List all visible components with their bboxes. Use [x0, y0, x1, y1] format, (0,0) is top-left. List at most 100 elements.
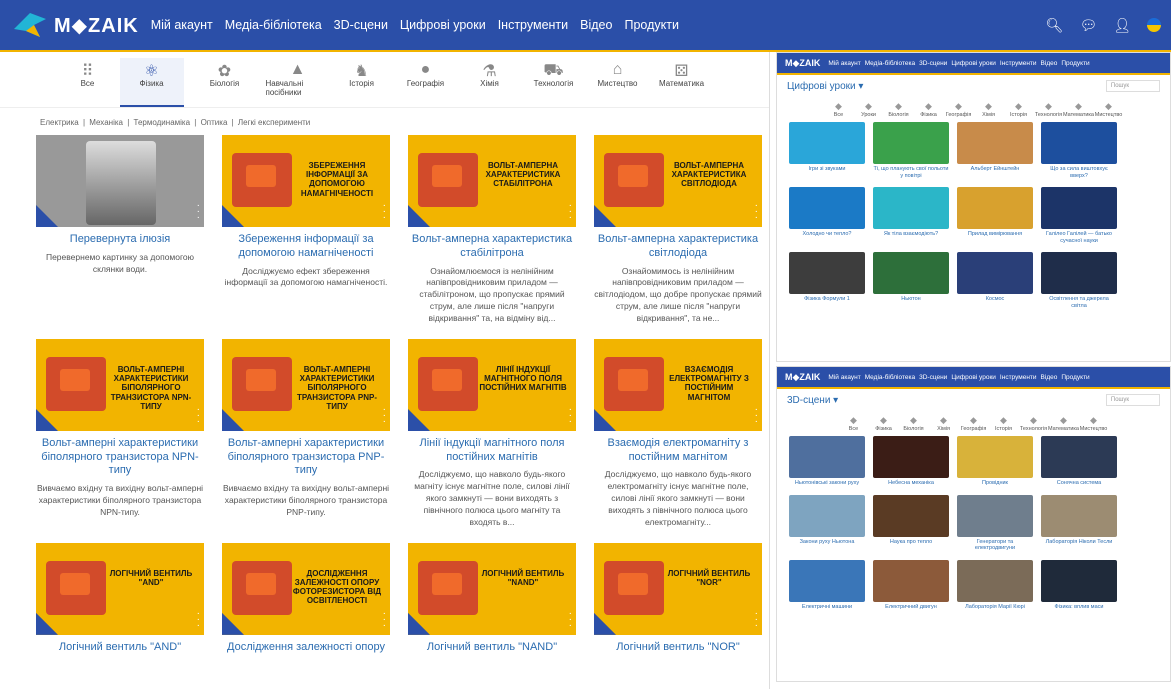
panel-card-title[interactable]: Що за сила виштовхує вверх?	[1041, 166, 1117, 179]
card-thumbnail[interactable]: Дослідження залежності опору фоторезисто…	[222, 542, 390, 635]
media-card[interactable]: Вольт-амперні характеристики біполярного…	[36, 338, 204, 529]
panel-card[interactable]: Космос	[957, 252, 1033, 309]
more-options-icon[interactable]: · · ·	[755, 201, 758, 223]
panel-card-title[interactable]: Галілео Галілей — батько сучасної науки	[1041, 231, 1117, 244]
panel-category[interactable]: ◆ Фізика	[917, 101, 941, 118]
logo[interactable]: M◆ZAIK	[10, 9, 139, 41]
menu-my-account[interactable]: Мій акаунт	[145, 18, 219, 32]
panel-category[interactable]: ◆ Мистецтво	[1080, 415, 1108, 432]
card-thumbnail[interactable]: Логічний вентиль "NAND" · · ·	[408, 542, 576, 635]
menu-tools[interactable]: Інструменти	[492, 18, 574, 32]
card-thumbnail[interactable]: Збереження інформації за допомогою намаг…	[222, 135, 390, 227]
panel-card[interactable]: Сонячна система	[1041, 436, 1117, 487]
panel-card-title[interactable]: Наука про тепло	[890, 539, 932, 546]
panel-card-title[interactable]: Фізика: вплив маси	[1055, 604, 1104, 611]
panel-card-title[interactable]: Фізика Формули 1	[804, 296, 850, 303]
panel-category[interactable]: ◆ Все	[842, 415, 866, 432]
panel-category[interactable]: ◆ Фізика	[872, 415, 896, 432]
card-title[interactable]: Взаємодія електромагніту з постійним маг…	[594, 437, 762, 465]
panel-card-title[interactable]: Як тіла взаємодіють?	[884, 231, 938, 238]
category-globe[interactable]: ● Географія	[394, 58, 458, 107]
more-options-icon[interactable]: · · ·	[569, 404, 572, 426]
menu-video[interactable]: Відео	[574, 18, 618, 32]
panel-thumbnail[interactable]	[789, 252, 865, 295]
subcategory-link[interactable]: Оптика	[201, 118, 228, 127]
category-building[interactable]: ⌂ Мистецтво	[586, 58, 650, 107]
panel-card-title[interactable]: Небесна механіка	[888, 480, 934, 487]
panel-category[interactable]: ◆ Мистецтво	[1095, 101, 1123, 118]
panel-card[interactable]: Лабораторія Ніколи Тесли	[1041, 494, 1117, 552]
menu-media-library[interactable]: Медіа-бібліотека	[219, 18, 328, 32]
panel-thumbnail[interactable]	[1041, 494, 1117, 537]
category-flask[interactable]: ⚗ Хімія	[458, 58, 522, 107]
panel-thumbnail[interactable]	[789, 187, 865, 230]
card-title[interactable]: Вольт-амперна характеристика стабілітрон…	[408, 233, 576, 261]
panel-card-title[interactable]: Альберт Ейнштейн	[971, 166, 1020, 173]
media-card[interactable]: Лінії індукції магнітного поля постійних…	[408, 338, 576, 529]
panel-card-title[interactable]: Ті, що планують свої польоти у повітрі	[873, 166, 949, 179]
panel-card-title[interactable]: Генератори та електродвигуни	[957, 539, 1033, 552]
media-card[interactable]: Вольт-амперна характеристика стабілітрон…	[408, 135, 576, 325]
panel-category[interactable]: ◆ Математика	[1063, 101, 1094, 118]
card-title[interactable]: Логічний вентиль "NAND"	[427, 641, 557, 655]
panel-category[interactable]: ◆ Географія	[946, 101, 972, 118]
panel-thumbnail[interactable]	[873, 436, 949, 478]
panel-category[interactable]: ◆ Історія	[1007, 101, 1031, 118]
category-tractor[interactable]: ⛟ Технологія	[522, 58, 586, 107]
panel-category[interactable]: ◆ Технологія	[1020, 415, 1047, 432]
panel-thumbnail[interactable]	[1041, 122, 1117, 164]
panel-card[interactable]: Холодно чи тепло?	[789, 187, 865, 244]
panel-card-title[interactable]: Закони руху Ньютона	[800, 539, 855, 546]
card-thumbnail[interactable]: Логічний вентиль "NOR" · · ·	[594, 542, 762, 635]
panel-category[interactable]: ◆ Уроки	[857, 101, 881, 118]
panel-search[interactable]: Пошук	[1105, 80, 1160, 92]
more-options-icon[interactable]: · · ·	[755, 608, 758, 630]
card-thumbnail[interactable]: · · ·	[36, 135, 204, 227]
card-title[interactable]: Лінії індукції магнітного поля постійних…	[408, 437, 576, 465]
card-title[interactable]: Вольт-амперні характеристики біполярного…	[36, 437, 204, 478]
panel-thumbnail[interactable]	[1041, 559, 1117, 602]
card-thumbnail[interactable]: Вольт-амперні характеристики біполярного…	[36, 338, 204, 431]
more-options-icon[interactable]: · · ·	[383, 201, 386, 223]
panel-thumbnail[interactable]	[957, 252, 1033, 295]
category-helmet[interactable]: ♞ Історія	[330, 58, 394, 107]
panel-card-title[interactable]: Ньютон	[901, 296, 920, 303]
panel-card-title[interactable]: Космос	[986, 296, 1005, 303]
category-graduation-cap[interactable]: ▲ Навчальні посібники	[266, 58, 330, 107]
panel-card[interactable]: Лабораторія Марії Кюрі	[957, 559, 1033, 611]
subcategory-link[interactable]: Механіка	[89, 118, 123, 127]
media-card[interactable]: Логічний вентиль "AND" · · · Логічний вентил…	[36, 542, 204, 660]
panel-card-title[interactable]: Ігри зі звуками	[809, 166, 846, 173]
panel-card[interactable]: Як тіла взаємодіють?	[873, 187, 949, 244]
card-thumbnail[interactable]: Логічний вентиль "AND" · · ·	[36, 542, 204, 635]
panel-category[interactable]: ◆ Хімія	[977, 101, 1001, 118]
category-plant[interactable]: ✿ Біологія	[184, 58, 266, 107]
panel-card-title[interactable]: Лабораторія Ніколи Тесли	[1046, 539, 1113, 546]
panel-category[interactable]: ◆ Технологія	[1035, 101, 1062, 118]
panel-thumbnail[interactable]	[957, 436, 1033, 478]
panel-card-title[interactable]: Електричні машини	[802, 604, 852, 611]
panel-category[interactable]: ◆ Все	[827, 101, 851, 118]
panel-thumbnail[interactable]	[957, 494, 1033, 537]
panel-card[interactable]: Ті, що планують свої польоти у повітрі	[873, 122, 949, 179]
more-options-icon[interactable]: · · ·	[383, 404, 386, 426]
more-options-icon[interactable]: · · ·	[197, 608, 200, 630]
panel-thumbnail[interactable]	[1041, 252, 1117, 295]
card-title[interactable]: Вольт-амперна характеристика світлодіода	[594, 233, 762, 261]
subcategory-link[interactable]: Легкі експерименти	[238, 118, 310, 127]
category-dice[interactable]: ⚄ Математика	[650, 58, 714, 107]
panel-thumbnail[interactable]	[789, 122, 865, 164]
subcategory-link[interactable]: Електрика	[40, 118, 79, 127]
more-options-icon[interactable]: · · ·	[569, 608, 572, 630]
panel-card[interactable]: Фізика: вплив маси	[1041, 559, 1117, 611]
panel-category[interactable]: ◆ Географія	[961, 415, 987, 432]
media-card[interactable]: Взаємодія електромагніту з постійним маг…	[594, 338, 762, 529]
card-title[interactable]: Перевернута ілюзія	[70, 233, 170, 247]
panel-thumbnail[interactable]	[789, 494, 865, 537]
media-card[interactable]: Логічний вентиль "NAND" · · · Логічний венти…	[408, 542, 576, 660]
panel-card[interactable]: Освітлення та джерела світла	[1041, 252, 1117, 309]
panel-card[interactable]: Фізика Формули 1	[789, 252, 865, 309]
chat-icon[interactable]: 💬︎	[1079, 17, 1097, 34]
search-icon[interactable]: 🔍︎	[1046, 17, 1064, 34]
panel-thumbnail[interactable]	[873, 187, 949, 230]
